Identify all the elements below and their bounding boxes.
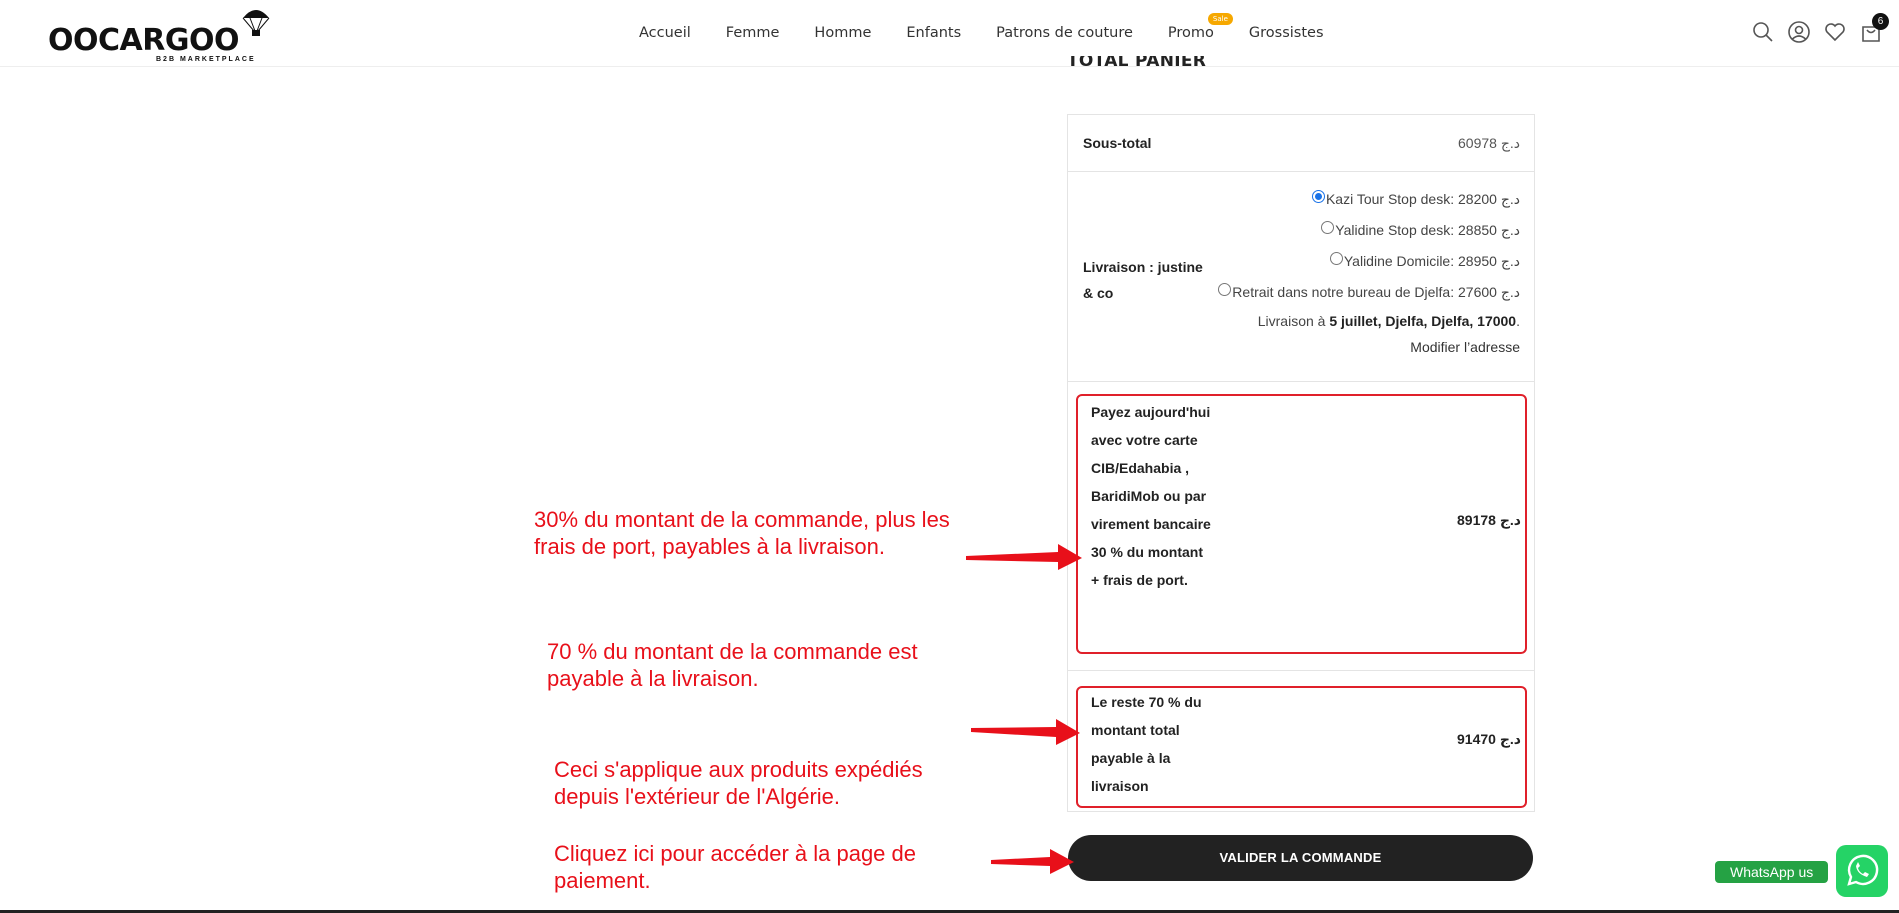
rest-payable-row: Le reste 70 % du montant total payable à… — [1068, 671, 1534, 811]
pay-now-row: Payez aujourd'hui avec votre carte CIB/E… — [1068, 382, 1534, 671]
nav-item-homme[interactable]: Homme — [814, 22, 871, 44]
change-address-link[interactable]: Modifier l’adresse — [1218, 334, 1520, 360]
nav-item-enfants[interactable]: Enfants — [906, 22, 961, 44]
arrow-to-rest — [971, 719, 1080, 745]
radio-unselected[interactable] — [1329, 252, 1343, 265]
shipping-option-label: Yalidine Stop desk: د.ج 28850 — [1335, 222, 1520, 238]
shipping-option-label: Kazi Tour Stop desk: د.ج 28200 — [1325, 191, 1520, 207]
user-icon[interactable] — [1787, 20, 1811, 44]
validate-order-button[interactable]: VALIDER LA COMMANDE — [1068, 835, 1533, 881]
radio-selected[interactable] — [1311, 190, 1325, 203]
pay-now-highlight-box: Payez aujourd'hui avec votre carte CIB/E… — [1076, 394, 1527, 654]
parachute-icon — [242, 10, 270, 36]
arrow-to-pay-now — [966, 544, 1082, 570]
shopping-bag-icon[interactable]: 6 — [1859, 13, 1889, 44]
shipping-option-kazi-tour[interactable]: Kazi Tour Stop desk: د.ج 28200 — [1218, 184, 1520, 215]
cart-totals-title: TOTAL PANIER — [1067, 56, 1207, 71]
whatsapp-icon[interactable] — [1836, 845, 1888, 897]
annotation-balance: 70 % du montant de la commande est payab… — [547, 639, 918, 691]
shipping-options: Kazi Tour Stop desk: د.ج 28200 Yalidine … — [1218, 184, 1520, 360]
subtotal-value: 60978 د.ج — [1458, 135, 1520, 151]
search-icon[interactable] — [1751, 20, 1775, 44]
cart-totals-table: Sous-total 60978 د.ج Livraison : justine… — [1067, 114, 1535, 812]
rest-payable-highlight-box: Le reste 70 % du montant total payable à… — [1076, 686, 1527, 808]
logo-wordmark: OOCARGOO — [48, 23, 239, 58]
pay-now-value: 89178 د.ج — [1457, 512, 1521, 528]
cart-count-badge: 6 — [1872, 13, 1889, 30]
nav-item-promo[interactable]: Promo Sale — [1167, 13, 1233, 44]
header-icons: 6 — [1739, 13, 1889, 44]
arrow-to-checkout — [991, 849, 1074, 874]
subtotal-label: Sous-total — [1083, 135, 1152, 151]
nav-item-femme[interactable]: Femme — [726, 22, 780, 44]
nav-item-grossistes[interactable]: Grossistes — [1249, 22, 1324, 44]
nav-item-patrons-de-couture[interactable]: Patrons de couture — [996, 22, 1133, 44]
radio-unselected[interactable] — [1321, 221, 1335, 234]
annotation-checkout: Cliquez ici pour accéder à la page de pa… — [554, 841, 917, 893]
shipping-row: Livraison : justine & co Kazi Tour Stop … — [1068, 172, 1534, 382]
radio-unselected[interactable] — [1218, 283, 1232, 296]
shipping-label: Livraison : justine & co — [1083, 259, 1203, 301]
whatsapp-label[interactable]: WhatsApp us — [1715, 861, 1829, 883]
main-navigation: Accueil Femme Homme Enfants Patrons de c… — [639, 13, 1324, 44]
pay-now-label: Payez aujourd'hui avec votre carte CIB/E… — [1091, 404, 1211, 588]
sale-badge: Sale — [1207, 13, 1233, 25]
shipping-option-label: Retrait dans notre bureau de Djelfa: د.ج… — [1232, 284, 1520, 300]
shipping-destination-address: 5 juillet, Djelfa, Djelfa, 17000 — [1329, 313, 1517, 329]
nav-item-promo-label: Promo — [1167, 25, 1214, 41]
rest-payable-value: 91470 د.ج — [1457, 731, 1521, 747]
annotation-arrows — [966, 544, 1082, 874]
shipping-option-label: Yalidine Domicile: د.ج 28950 — [1343, 253, 1520, 269]
site-logo[interactable]: OOCARGOO B2B MARKETPLACE — [48, 6, 270, 63]
subtotal-row: Sous-total 60978 د.ج — [1068, 115, 1534, 172]
rest-payable-label: Le reste 70 % du montant total payable à… — [1091, 694, 1202, 794]
annotation-deposit: 30% du montant de la commande, plus les … — [534, 507, 950, 559]
annotation-scope: Ceci s'applique aux produits expédiés de… — [554, 757, 923, 809]
site-header: OOCARGOO B2B MARKETPLACE Accueil Femme H… — [0, 0, 1899, 67]
logo-tagline: B2B MARKETPLACE — [156, 56, 256, 63]
shipping-option-yalidine-stop-desk[interactable]: Yalidine Stop desk: د.ج 28850 — [1218, 215, 1520, 246]
heart-icon[interactable] — [1823, 20, 1847, 44]
nav-item-accueil[interactable]: Accueil — [639, 22, 691, 44]
shipping-destination: Livraison à 5 juillet, Djelfa, Djelfa, 1… — [1257, 313, 1520, 329]
shipping-option-retrait-djelfa[interactable]: Retrait dans notre bureau de Djelfa: د.ج… — [1218, 277, 1520, 308]
shipping-option-yalidine-domicile[interactable]: Yalidine Domicile: د.ج 28950 — [1218, 246, 1520, 277]
